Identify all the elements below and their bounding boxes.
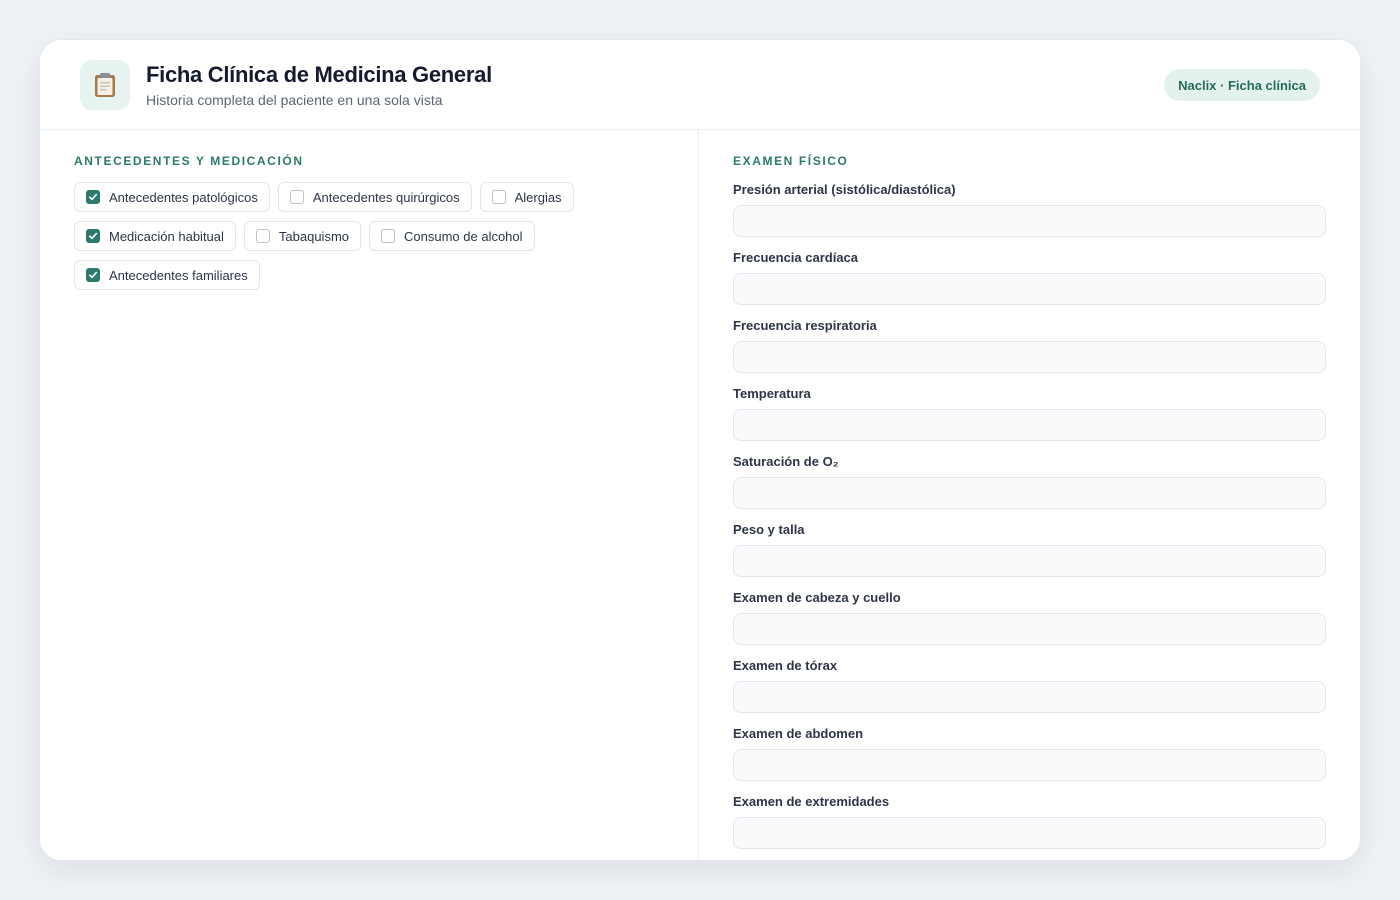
frecuencia-respiratoria-input[interactable]: [733, 341, 1326, 373]
field-examen-de-torax: Examen de tórax: [733, 658, 1326, 713]
physical-exam-fields: Presión arterial (sistólica/diastólica) F…: [733, 182, 1326, 849]
checkbox-label: Antecedentes familiares: [109, 267, 248, 283]
field-label: Frecuencia cardíaca: [733, 250, 859, 265]
checkbox-label: Consumo de alcohol: [404, 228, 523, 244]
page-title: Ficha Clínica de Medicina General: [146, 61, 492, 87]
clinical-record-card: Ficha Clínica de Medicina General Histor…: [39, 39, 1361, 861]
field-frecuencia-cardiaca: Frecuencia cardíaca: [733, 250, 1326, 305]
page-subtitle: Historia completa del paciente en una so…: [146, 91, 443, 108]
checkbox-label: Antecedentes quirúrgicos: [312, 189, 460, 205]
field-label: Peso y talla: [733, 522, 805, 537]
checkbox-consumo-de-alcohol[interactable]: Consumo de alcohol: [369, 221, 535, 251]
field-presion-arterial-sistolica-diastolica: Presión arterial (sistólica/diastólica): [733, 182, 1326, 237]
checkbox-antecedentes-quirurgicos[interactable]: Antecedentes quirúrgicos: [277, 182, 472, 212]
content-body: ANTECEDENTES Y MEDICACIÓN Antecedentes p…: [40, 130, 1360, 860]
checkbox-unchecked-icon[interactable]: [491, 190, 506, 204]
frecuencia-cardiaca-input[interactable]: [733, 273, 1326, 305]
peso-y-talla-input[interactable]: [733, 545, 1326, 577]
examen-de-cabeza-y-cuello-input[interactable]: [733, 613, 1326, 645]
field-label: Frecuencia respiratoria: [733, 318, 877, 333]
checkbox-tabaquismo[interactable]: Tabaquismo: [243, 221, 362, 251]
field-label: Examen de extremidades: [733, 794, 890, 809]
examen-de-extremidades-input[interactable]: [733, 817, 1326, 849]
checkbox-unchecked-icon[interactable]: [255, 229, 270, 243]
checkbox-medicacion-habitual[interactable]: Medicación habitual: [74, 221, 236, 251]
checkbox-checked-icon[interactable]: [86, 229, 100, 243]
field-examen-de-abdomen: Examen de abdomen: [733, 726, 1326, 781]
field-label: Temperatura: [733, 386, 811, 401]
header: Ficha Clínica de Medicina General Histor…: [40, 40, 1360, 130]
app-badge: Naclix · Ficha clínica: [1164, 69, 1320, 101]
field-frecuencia-respiratoria: Frecuencia respiratoria: [733, 318, 1326, 373]
examen-de-abdomen-input[interactable]: [733, 749, 1326, 781]
field-label: Saturación de O₂: [733, 454, 839, 469]
checkbox-label: Medicación habitual: [109, 228, 224, 244]
checkbox-label: Alergias: [514, 189, 562, 205]
field-label: Examen de abdomen: [733, 726, 864, 741]
field-label: Examen de tórax: [733, 658, 838, 673]
physical-exam-panel: EXAMEN FÍSICO Presión arterial (sistólic…: [699, 130, 1360, 860]
field-label: Presión arterial (sistólica/diastólica): [733, 182, 956, 197]
field-examen-de-extremidades: Examen de extremidades: [733, 794, 1326, 849]
checkbox-antecedentes-patologicos[interactable]: Antecedentes patológicos: [74, 182, 270, 212]
temperatura-input[interactable]: [733, 409, 1326, 441]
checkbox-label: Antecedentes patológicos: [109, 189, 258, 205]
saturacion-de-o-input[interactable]: [733, 477, 1326, 509]
history-panel: ANTECEDENTES Y MEDICACIÓN Antecedentes p…: [40, 130, 699, 860]
field-examen-de-cabeza-y-cuello: Examen de cabeza y cuello: [733, 590, 1326, 645]
field-peso-y-talla: Peso y talla: [733, 522, 1326, 577]
checkbox-unchecked-icon[interactable]: [289, 190, 304, 204]
presion-arterial-sistolica-diastolica-input[interactable]: [733, 205, 1326, 237]
field-saturacion-de-o: Saturación de O₂: [733, 454, 1326, 509]
checkbox-unchecked-icon[interactable]: [381, 229, 396, 243]
physical-exam-section-title: EXAMEN FÍSICO: [733, 154, 849, 168]
checkbox-checked-icon[interactable]: [86, 190, 100, 204]
field-temperatura: Temperatura: [733, 386, 1326, 441]
history-section-title: ANTECEDENTES Y MEDICACIÓN: [74, 154, 304, 168]
checkbox-alergias[interactable]: Alergias: [479, 182, 574, 212]
history-checkbox-group: Antecedentes patológicos Antecedentes qui…: [74, 182, 634, 290]
clipboard-icon: [80, 59, 130, 110]
examen-de-torax-input[interactable]: [733, 681, 1326, 713]
checkbox-checked-icon[interactable]: [86, 268, 100, 282]
checkbox-label: Tabaquismo: [278, 228, 350, 244]
title-block: Ficha Clínica de Medicina General Histor…: [146, 62, 492, 108]
field-label: Examen de cabeza y cuello: [733, 590, 901, 605]
checkbox-antecedentes-familiares[interactable]: Antecedentes familiares: [74, 260, 260, 290]
